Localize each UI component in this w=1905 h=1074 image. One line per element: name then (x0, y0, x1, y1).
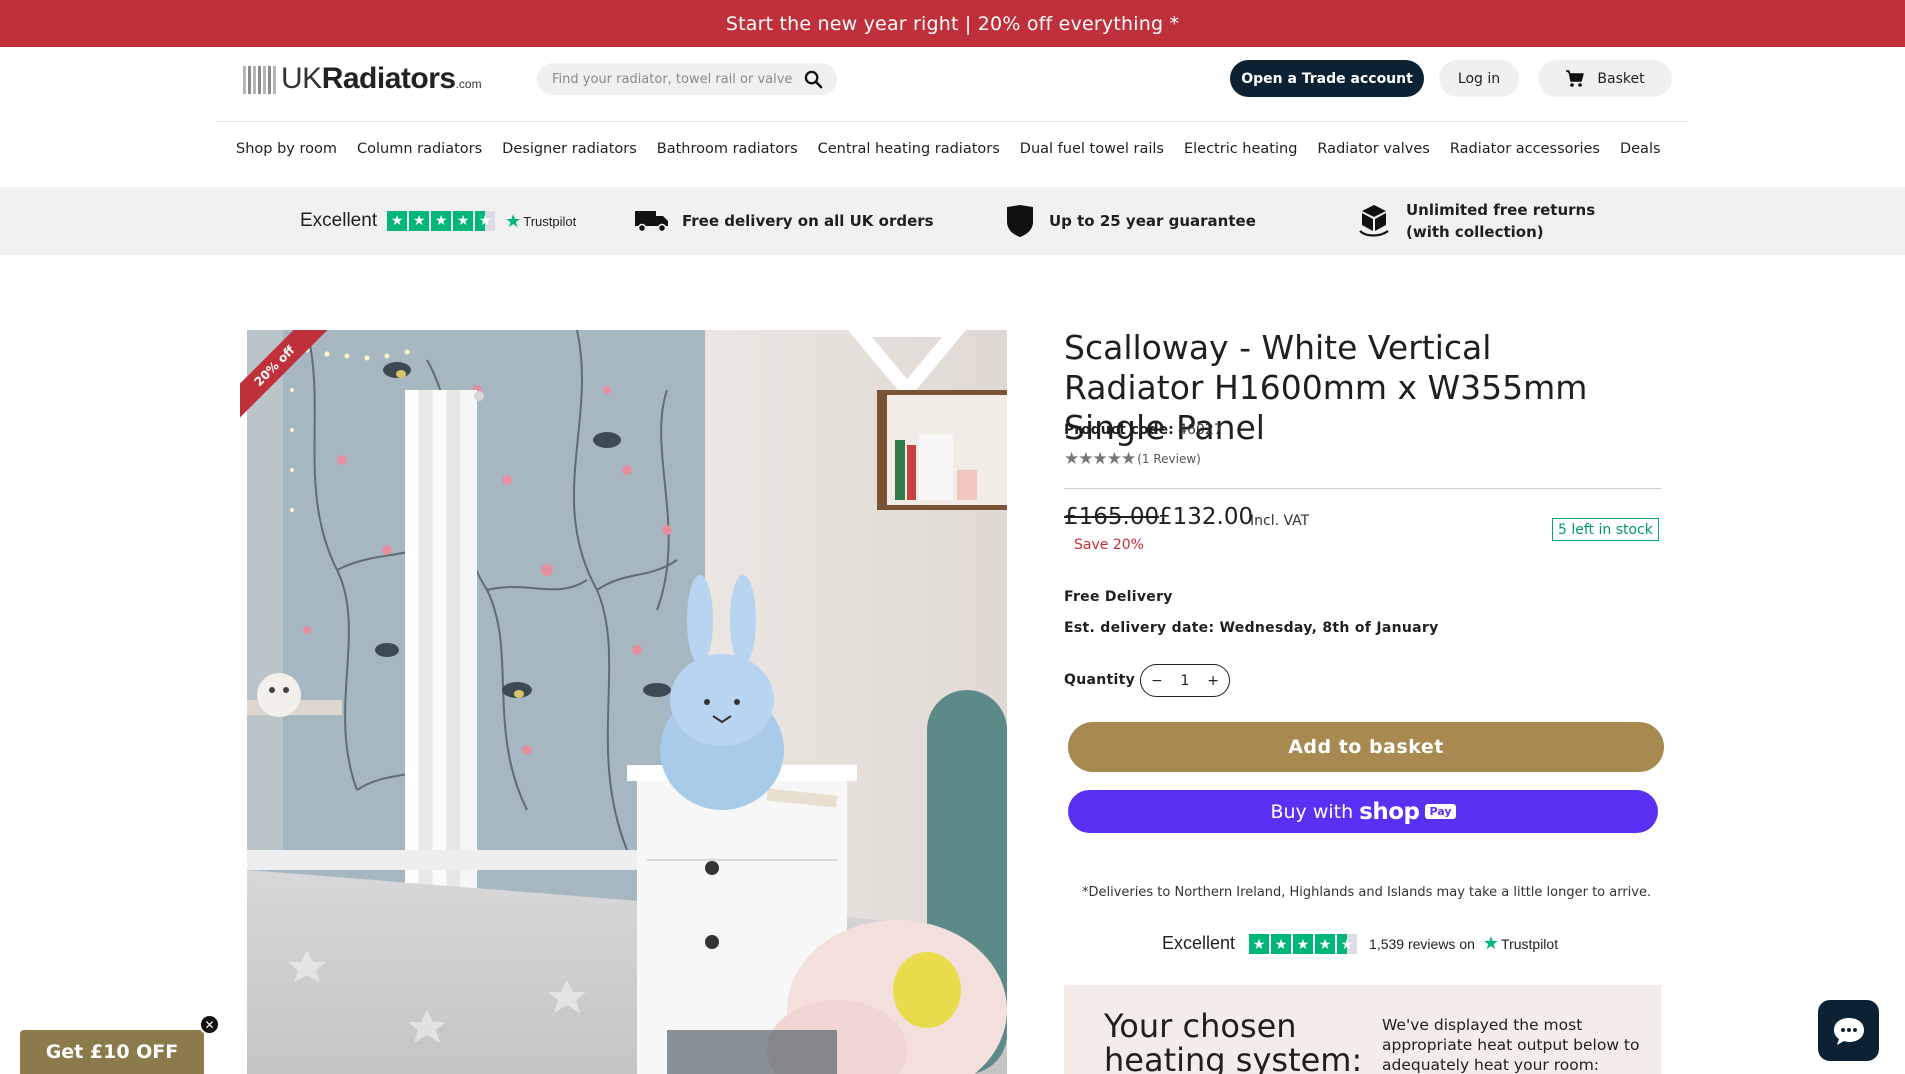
trustpilot-rating-word: Excellent (1162, 933, 1236, 953)
basket-button[interactable]: Basket (1538, 60, 1672, 97)
search-bar (537, 63, 837, 95)
trustpilot-brand: Trustpilot (523, 213, 577, 229)
quantity-decrease-button[interactable]: − (1151, 673, 1163, 689)
close-icon[interactable]: ✕ (199, 1014, 220, 1035)
heating-system-heading: Your chosen heating system: (1104, 1007, 1363, 1074)
usp-returns-line1: Unlimited free returns (1406, 201, 1596, 219)
promo-bar-text: Start the new year right | 20% off every… (725, 12, 1180, 35)
search-input[interactable] (552, 71, 792, 87)
product-rating[interactable]: ★★★★★ (1 Review) (1064, 449, 1201, 469)
logo-text-uk: UK (281, 62, 322, 95)
header-divider (217, 121, 1688, 122)
discount-ribbon-text: 20% off (240, 330, 328, 419)
shop-pay-prefix: Buy with (1270, 800, 1354, 823)
log-in-button[interactable]: Log in (1439, 60, 1519, 97)
trustpilot-stars-icon: ★ ★ ★ ★ ★ (387, 211, 496, 231)
rating-stars-icon: ★★★★★ (1064, 449, 1136, 469)
stock-badge: 5 left in stock (1552, 518, 1659, 541)
nav-item-column-radiators[interactable]: Column radiators (357, 141, 482, 165)
trustpilot-rating-word: Excellent (300, 210, 378, 231)
price-current: £132.00 (1158, 504, 1254, 530)
nav-item-designer-radiators[interactable]: Designer radiators (502, 141, 637, 165)
save-label: Save 20% (1074, 537, 1144, 553)
logo-text-com: .com (455, 77, 482, 91)
price-divider (1064, 488, 1661, 489)
nav-item-dual-fuel-towel-rails[interactable]: Dual fuel towel rails (1020, 141, 1164, 165)
nav-item-bathroom-radiators[interactable]: Bathroom radiators (657, 141, 798, 165)
review-count-link[interactable]: (1 Review) (1137, 452, 1201, 466)
trustpilot-widget[interactable]: Excellent ★ ★ ★ ★ ★ 1,539 reviews on ★ Trust… (1162, 933, 1558, 954)
site-logo[interactable]: UK Radiators .com (243, 62, 482, 96)
heating-system-box: Your chosen heating system: We've displa… (1064, 985, 1661, 1074)
returns-box-icon (1359, 205, 1389, 237)
discount-ribbon: 20% off (240, 330, 330, 420)
buy-with-shop-pay-button[interactable]: Buy with shop Pay (1068, 790, 1658, 833)
quantity-value[interactable]: 1 (1181, 673, 1190, 689)
trustpilot-stars-icon: ★ ★ ★ ★ ★ (1249, 933, 1358, 954)
nav-item-radiator-valves[interactable]: Radiator valves (1317, 141, 1429, 165)
incl-vat-label: Incl. VAT (1250, 513, 1310, 529)
trustpilot-star-icon: ★ (1482, 933, 1500, 953)
delivery-note: *Deliveries to Northern Ireland, Highlan… (1082, 885, 1652, 900)
usp-guarantee-text: Up to 25 year guarantee (1049, 212, 1256, 230)
nav-item-central-heating-radiators[interactable]: Central heating radiators (818, 141, 1000, 165)
open-trade-account-button[interactable]: Open a Trade account (1230, 60, 1424, 97)
product-code-label: Product code: (1064, 422, 1174, 438)
trustpilot-logo: ★ Trustpilot (1483, 933, 1558, 954)
product-main-image[interactable] (247, 330, 1007, 1074)
radiator-room-photo (247, 330, 1007, 1074)
add-to-basket-button[interactable]: Add to basket (1068, 722, 1664, 772)
usp-trustpilot[interactable]: Excellent ★ ★ ★ ★ ★ ★ Trustpilot (300, 187, 576, 255)
usp-guarantee: Up to 25 year guarantee (1005, 187, 1256, 255)
usp-delivery-text: Free delivery on all UK orders (682, 212, 934, 230)
usp-bar: Excellent ★ ★ ★ ★ ★ ★ Trustpilot Free delive… (0, 187, 1905, 255)
promo-bar[interactable]: Start the new year right | 20% off every… (0, 0, 1905, 47)
main-nav: Shop by room Column radiators Designer r… (236, 141, 1661, 165)
logo-text-radiators: Radiators (321, 62, 456, 95)
site-header: UK Radiators .com Open a Trade account L… (0, 47, 1905, 122)
trustpilot-brand: Trustpilot (1501, 935, 1559, 952)
shop-pay-logo: shop (1359, 798, 1420, 825)
free-delivery-label: Free Delivery (1064, 589, 1173, 605)
product-code: Product code: 46027 (1064, 422, 1223, 438)
shop-pay-badge: Pay (1425, 804, 1456, 819)
quantity-label: Quantity (1064, 672, 1135, 688)
get-10-off-button[interactable]: Get £10 OFF (20, 1030, 204, 1074)
nav-item-deals[interactable]: Deals (1620, 141, 1661, 165)
product-code-value: 46027 (1178, 422, 1223, 438)
chat-button[interactable] (1818, 1000, 1879, 1061)
basket-label: Basket (1597, 70, 1645, 87)
price-old: £165.00 (1064, 504, 1160, 530)
heating-system-text: We've displayed the most appropriate hea… (1382, 1016, 1640, 1074)
logo-mark-icon (243, 64, 276, 94)
trustpilot-star-icon: ★ (505, 210, 522, 231)
cart-icon (1566, 69, 1585, 87)
quantity-stepper: − 1 + (1140, 664, 1230, 697)
trustpilot-logo: ★ Trustpilot (505, 211, 576, 232)
trustpilot-review-count: 1,539 reviews on (1369, 935, 1475, 952)
shield-icon (1007, 205, 1033, 237)
usp-returns: Unlimited free returns (with collection) (1358, 187, 1595, 255)
usp-returns-line2: (with collection) (1406, 223, 1544, 241)
search-icon[interactable] (804, 70, 823, 89)
chat-bubble-icon (1833, 1017, 1864, 1045)
nav-item-shop-by-room[interactable]: Shop by room (236, 141, 337, 165)
usp-delivery: Free delivery on all UK orders (634, 187, 934, 255)
nav-item-radiator-accessories[interactable]: Radiator accessories (1450, 141, 1600, 165)
nav-item-electric-heating[interactable]: Electric heating (1184, 141, 1297, 165)
quantity-increase-button[interactable]: + (1207, 673, 1219, 689)
delivery-truck-icon (635, 211, 668, 233)
estimated-delivery-date: Est. delivery date: Wednesday, 8th of Ja… (1064, 620, 1439, 636)
